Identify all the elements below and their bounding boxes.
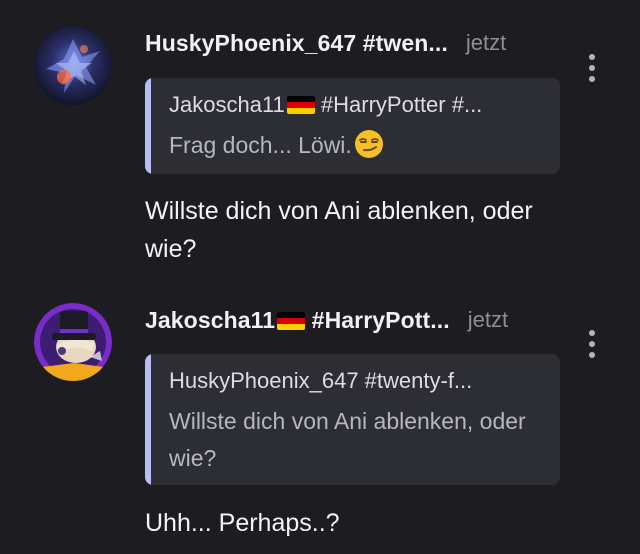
wizard-hat-avatar-icon [34,303,112,381]
quote-author: HuskyPhoenix_647 #twenty-f... [169,368,473,393]
more-options-button[interactable] [580,50,604,86]
smirking-face-icon [354,130,383,158]
quote-text: Frag doch... Löwi. [169,127,549,164]
germany-flag-icon [277,311,306,330]
message-item: Jakoscha11 #HarryPott... jetzt HuskyPhoe… [0,290,640,554]
quote-text-content: Frag doch... Löwi. [169,132,352,158]
message-item: HuskyPhoenix_647 #twen... jetzt Jakoscha… [0,0,640,290]
timestamp: jetzt [467,307,509,332]
quote-author-tag: #HarryPotter #... [320,92,483,117]
quote-author: Jakoscha11 #HarryPotter #... [169,92,539,118]
quoted-message[interactable]: HuskyPhoenix_647 #twenty-f... Willste di… [145,354,560,485]
dot [589,341,595,347]
quoted-message[interactable]: Jakoscha11 #HarryPotter #... Frag doch..… [145,78,560,174]
message-header: Jakoscha11 #HarryPott... jetzt [145,305,560,335]
dot [589,76,595,82]
dot [589,54,595,60]
dot [589,352,595,358]
message-text: Willste dich von Ani ablenken, oder wie? [145,197,533,263]
author-name-text: Jakoscha11 [145,306,276,333]
dot [589,330,595,336]
author-name[interactable]: HuskyPhoenix_647 #twen... [145,30,448,57]
quote-accent-bar [145,354,151,485]
dot [589,65,595,71]
more-options-button[interactable] [580,326,604,362]
quote-accent-bar [145,78,151,174]
author-tag: #HarryPott... [311,306,450,333]
author-name[interactable]: Jakoscha11 #HarryPott... [145,307,450,334]
quote-text: Willste dich von Ani ablenken, oder wie? [169,408,526,471]
germany-flag-icon [286,96,315,114]
phoenix-avatar-icon [34,27,112,105]
message-text: Uhh... Perhaps..? [145,509,340,537]
avatar[interactable] [34,303,112,381]
timestamp: jetzt [465,30,507,55]
quote-author-name: Jakoscha11 [169,92,285,117]
message-header: HuskyPhoenix_647 #twen... jetzt [145,28,560,58]
avatar[interactable] [34,27,112,105]
